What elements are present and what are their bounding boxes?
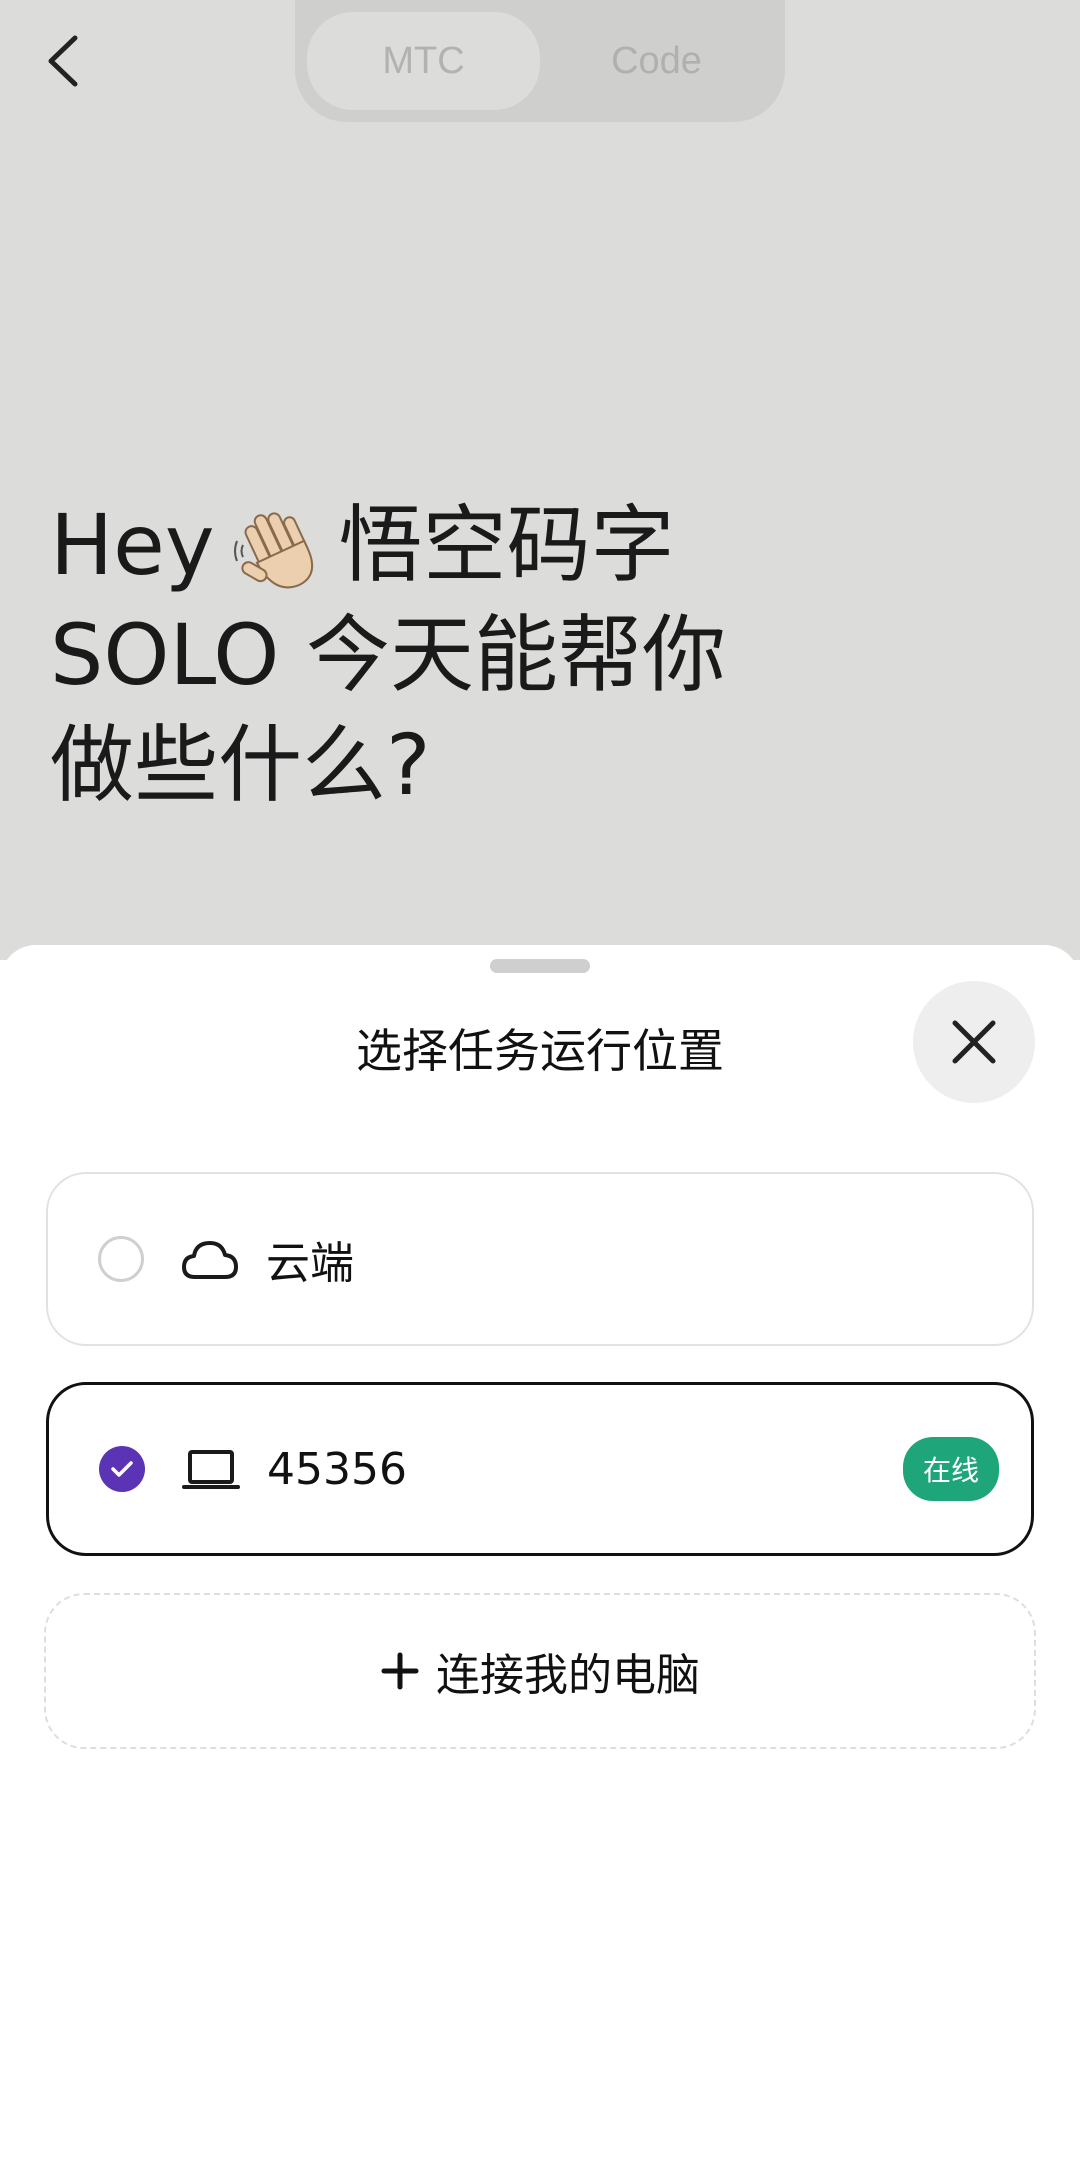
segment-mtc[interactable]: MTC (307, 12, 540, 110)
greeting-line2: SOLO 今天能帮你 (50, 606, 727, 704)
greeting-name: 悟空码字 (338, 496, 675, 594)
app-screen: MTC Code Hey 悟空码字 SOLO 今天能帮你 做些什么? 选择任务运… (0, 0, 1080, 2160)
online-status-badge: 在线 (902, 1437, 999, 1501)
cloud-icon (180, 1234, 240, 1284)
waving-hand-icon (233, 512, 313, 589)
option-label: 云端 (266, 1238, 354, 1289)
mode-segmented-control: MTC Code (295, 0, 785, 122)
radio-checked[interactable] (99, 1446, 145, 1492)
option-label: 45356 (267, 1443, 407, 1495)
segment-code[interactable]: Code (540, 12, 773, 110)
laptop-icon (181, 1444, 241, 1494)
option-cloud[interactable]: 云端 (46, 1172, 1034, 1346)
background-app: MTC Code Hey 悟空码字 SOLO 今天能帮你 做些什么? (0, 0, 1080, 960)
plus-icon (381, 1652, 419, 1690)
close-icon (952, 1020, 996, 1064)
connect-computer-button[interactable]: 连接我的电脑 (44, 1593, 1036, 1749)
sheet-drag-handle[interactable] (490, 959, 590, 973)
greeting-hey: Hey (50, 496, 215, 594)
back-button[interactable] (38, 28, 86, 94)
run-location-sheet: 选择任务运行位置 云端 45356 在线 连接我的电脑 (0, 945, 1080, 2160)
greeting-heading: Hey 悟空码字 SOLO 今天能帮你 做些什么? (50, 490, 810, 820)
close-button[interactable] (913, 981, 1035, 1103)
radio-unchecked[interactable] (98, 1236, 144, 1282)
greeting-line3: 做些什么? (50, 716, 431, 814)
chevron-left-icon (48, 35, 78, 87)
option-computer[interactable]: 45356 在线 (46, 1382, 1034, 1556)
checkmark-icon (111, 1461, 133, 1477)
connect-label: 连接我的电脑 (436, 1650, 700, 1701)
